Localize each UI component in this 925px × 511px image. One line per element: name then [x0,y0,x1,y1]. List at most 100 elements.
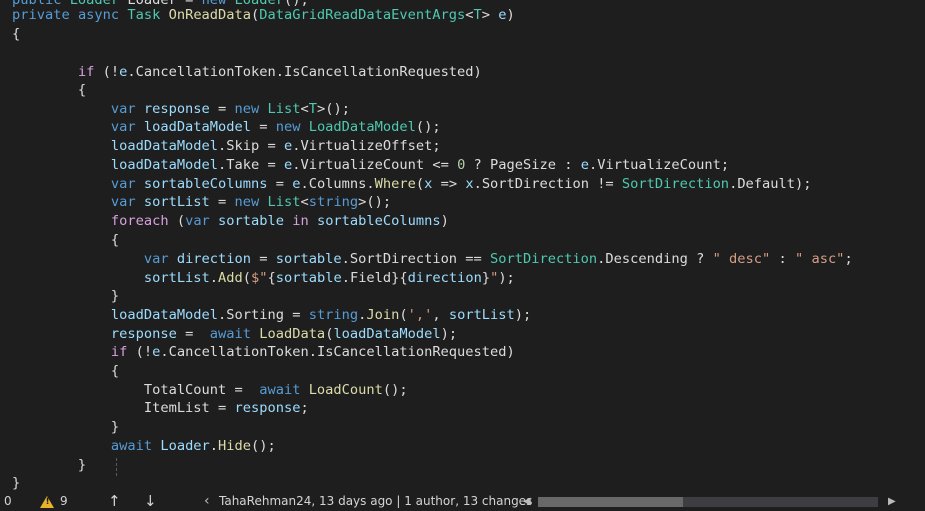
code-token: . [341,270,350,286]
code-line[interactable]: await Loader.Hide(); [12,437,276,456]
code-token: SortDirection [490,251,598,267]
code-token: sortableColumns [143,176,268,192]
code-token: ; [300,400,309,416]
warning-count[interactable]: 9 [60,492,68,511]
code-line[interactable]: if (!e.CancellationToken.IsCancellationR… [12,343,515,362]
code-line[interactable]: var response = new List<T>(); [12,100,350,119]
git-blame-info[interactable]: TahaRehman24, 13 days ago | 1 author, 13… [219,492,532,511]
code-token: . [308,344,317,360]
code-token: ); [514,307,532,323]
scroll-right-icon[interactable]: ▶ [888,492,896,511]
code-token: var [110,176,144,192]
code-token: IsCancellationRequested [316,344,507,360]
code-token: . [160,344,169,360]
code-token: VirtualizeOffset [300,138,433,154]
scroll-left-icon[interactable]: ◀ [523,492,531,511]
code-token: Take [226,157,260,173]
code-line[interactable]: } [12,287,119,306]
code-token: != [588,176,622,192]
code-token: ? [687,251,713,267]
code-line[interactable]: { [12,25,20,44]
scrollbar-thumb[interactable] [538,497,683,507]
code-token: if [110,344,136,360]
code-line[interactable]: } [12,456,86,475]
code-token: = [209,194,235,210]
code-token: ( [251,7,260,23]
code-line[interactable]: { [12,81,86,100]
indent-guide [116,458,117,476]
code-token: new [234,194,268,210]
code-token: > [481,7,499,23]
code-line[interactable]: TotalCount = await LoadCount(); [12,381,408,400]
code-token: loadDataModel [333,326,441,342]
code-token: <= [424,157,458,173]
code-line[interactable]: response = await LoadData(loadDataModel)… [12,325,457,344]
code-line[interactable]: loadDataModel.Sorting = string.Join(',',… [12,306,531,325]
code-token: sortable [275,270,342,286]
code-line[interactable]: private async Task OnReadData(DataGridRe… [12,6,515,25]
code-token: e [283,138,293,154]
code-line[interactable]: var sortList = new List<string>(); [12,193,391,212]
code-token: . [209,270,219,286]
code-token: (); [382,382,408,398]
code-token: . [209,438,219,454]
arrow-down-icon[interactable]: ↓ [144,492,157,511]
arrow-up-icon[interactable]: ↑ [108,492,121,511]
code-token: ( [415,176,425,192]
code-line[interactable]: } [12,418,119,437]
code-line[interactable]: loadDataModel.Skip = e.VirtualizeOffset; [12,137,441,156]
code-line[interactable]: if (!e.CancellationToken.IsCancellationR… [12,63,482,82]
code-line[interactable]: sortList.Add($"{sortable.Field}{directio… [12,269,515,288]
code-token: Add [218,270,243,286]
code-line[interactable]: var sortableColumns = e.Columns.Where(x … [12,175,812,194]
code-line[interactable]: } [12,474,20,492]
code-token: CancellationToken [135,64,276,80]
code-token: sortable [218,213,284,229]
code-line[interactable]: { [12,231,119,250]
code-token: private [12,7,78,23]
code-token: Field [349,270,392,286]
code-token: e [498,7,507,23]
code-line[interactable]: var direction = sortable.SortDirection =… [12,250,853,269]
code-token: ) [506,344,515,360]
code-token: } [12,288,120,304]
code-token: { [12,82,87,98]
code-token: await [110,438,161,454]
error-count[interactable]: 0 [4,492,12,511]
code-token: Default [737,176,795,192]
code-token: ; [844,251,853,267]
code-token: ( [399,307,408,323]
code-line[interactable]: ItemList = response; [12,399,309,418]
code-line[interactable]: loadDataModel.Take = e.VirtualizeCount <… [12,156,729,175]
code-line[interactable]: foreach (var sortable in sortableColumns… [12,212,449,231]
code-token: Columns [308,176,367,192]
code-token: e [283,157,293,173]
code-token: ) [506,7,515,23]
code-token: T [473,7,482,23]
code-token: LoadDataModel [308,119,416,135]
code-line[interactable]: { [12,362,119,381]
code-token: . [341,251,350,267]
code-token: direction [407,270,482,286]
code-line[interactable]: var loadDataModel = new LoadDataModel(); [12,118,441,137]
code-token: Loader [160,438,210,454]
code-token: . [588,157,598,173]
code-token: = [259,138,284,154]
chevron-left-icon[interactable]: ‹ [204,492,210,511]
code-token: = [259,157,284,173]
code-token: VirtualizeCount [597,157,721,173]
code-editor[interactable]: public Loader Loader = new Loader(); priv… [0,0,925,492]
warning-icon: ! [40,492,54,511]
code-token: >(); [358,194,392,210]
code-token: loadDataModel [110,307,219,323]
code-token: } [12,475,21,491]
code-token: = [209,101,235,117]
code-token: . [127,64,136,80]
